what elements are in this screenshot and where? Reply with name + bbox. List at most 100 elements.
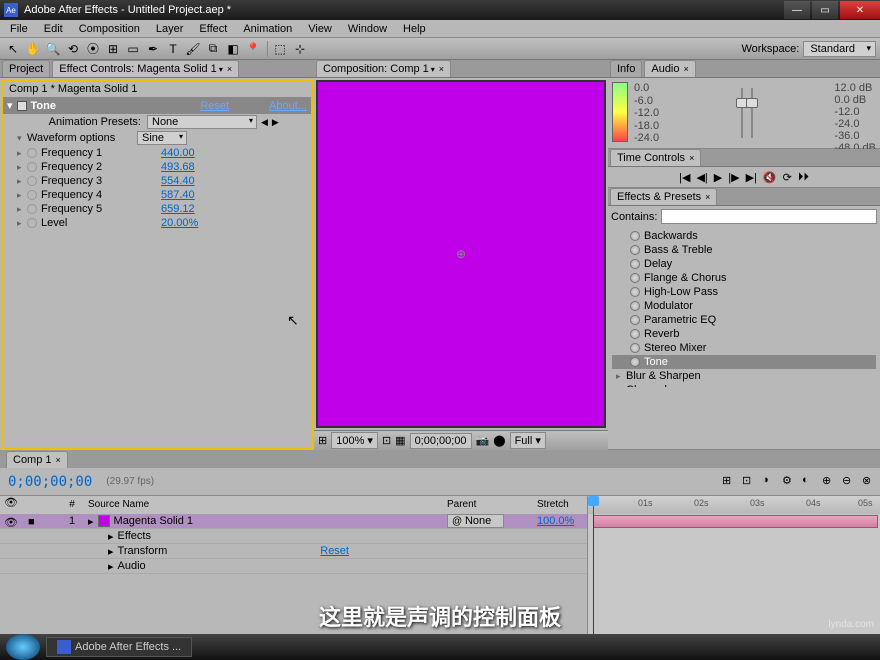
fx-item-tone[interactable]: Tone: [612, 355, 876, 369]
fx-item[interactable]: Reverb: [612, 327, 876, 341]
fx-item[interactable]: Backwards: [612, 229, 876, 243]
effect-about-link[interactable]: About...: [269, 100, 307, 112]
workspace-dropdown[interactable]: Standard: [803, 41, 876, 57]
tab-timeline-comp[interactable]: Comp 1×: [6, 451, 68, 468]
start-button[interactable]: [6, 634, 40, 660]
composition-viewer[interactable]: ⊕: [316, 80, 606, 428]
brush-tool[interactable]: 🖌: [184, 40, 202, 58]
effect-reset-link[interactable]: Reset: [200, 100, 229, 112]
timecode-display[interactable]: 0;00;00;00: [410, 433, 472, 449]
taskbar-app-button[interactable]: Adobe After Effects ...: [46, 637, 192, 657]
menu-layer[interactable]: Layer: [150, 21, 190, 37]
first-frame-button[interactable]: |◀: [679, 171, 690, 184]
fx-category[interactable]: ▸Blur & Sharpen: [612, 369, 876, 383]
audio-level-slider-l[interactable]: [741, 88, 743, 138]
last-frame-button[interactable]: ▶|: [746, 171, 757, 184]
transform-reset-link[interactable]: Reset: [320, 545, 349, 557]
layer-duration-bar[interactable]: [593, 515, 878, 528]
pan-behind-tool[interactable]: ⊞: [104, 40, 122, 58]
play-button[interactable]: ▶: [714, 171, 722, 184]
stopwatch-icon[interactable]: [27, 218, 37, 228]
preset-prev-icon[interactable]: ◀: [261, 117, 268, 128]
value-level[interactable]: 20.00%: [161, 217, 198, 229]
value-frequency-3[interactable]: 554.40: [161, 175, 195, 187]
layer-sub-transform[interactable]: ▸TransformReset: [0, 544, 587, 559]
layer-sub-audio[interactable]: ▸Audio: [0, 559, 587, 574]
tab-composition[interactable]: Composition: Comp 1▾×: [316, 60, 451, 77]
fx-category[interactable]: ▸Channel: [612, 383, 876, 387]
tl-icon[interactable]: ⊡: [742, 474, 758, 490]
value-frequency-4[interactable]: 587.40: [161, 189, 195, 201]
layer-row[interactable]: 👁■ 1 ▸Magenta Solid 1 @ None 100.0%: [0, 514, 587, 529]
effect-enable-checkbox[interactable]: [17, 101, 27, 111]
audio-level-slider-r[interactable]: [751, 88, 753, 138]
value-frequency-1[interactable]: 440.00: [161, 147, 195, 159]
tab-effect-controls[interactable]: Effect Controls: Magenta Solid 1▾×: [52, 60, 239, 77]
maximize-button[interactable]: ▭: [812, 1, 838, 19]
effects-search-input[interactable]: [661, 209, 877, 224]
guides-icon[interactable]: ⊡: [382, 434, 391, 447]
tl-icon[interactable]: ◐: [802, 474, 818, 490]
menu-window[interactable]: Window: [342, 21, 393, 37]
loop-button[interactable]: ⟳: [783, 171, 792, 184]
animation-presets-dropdown[interactable]: None: [147, 115, 257, 129]
tab-info[interactable]: Info: [610, 60, 642, 77]
effect-tone-header[interactable]: ▾ Tone Reset About...: [3, 97, 311, 114]
waveform-dropdown[interactable]: Sine: [137, 131, 187, 145]
fx-item[interactable]: Delay: [612, 257, 876, 271]
rect-tool[interactable]: ▭: [124, 40, 142, 58]
layer-sub-effects[interactable]: ▸Effects: [0, 529, 587, 544]
fx-item[interactable]: Stereo Mixer: [612, 341, 876, 355]
zoom-tool[interactable]: 🔍: [44, 40, 62, 58]
menu-composition[interactable]: Composition: [73, 21, 146, 37]
hand-tool[interactable]: ✋: [24, 40, 42, 58]
fx-item[interactable]: Modulator: [612, 299, 876, 313]
eraser-tool[interactable]: ◧: [224, 40, 242, 58]
eye-icon[interactable]: 👁: [4, 497, 18, 509]
fx-item[interactable]: Parametric EQ: [612, 313, 876, 327]
value-frequency-5[interactable]: 659.12: [161, 203, 195, 215]
clone-tool[interactable]: ⧉: [204, 40, 222, 58]
grid-icon[interactable]: ⊞: [318, 434, 327, 447]
resolution-dropdown[interactable]: Full ▾: [510, 432, 546, 449]
fx-item[interactable]: High-Low Pass: [612, 285, 876, 299]
menu-effect[interactable]: Effect: [193, 21, 233, 37]
mask-icon[interactable]: ▦: [395, 434, 405, 447]
tl-icon[interactable]: ◑: [762, 474, 778, 490]
type-tool[interactable]: T: [164, 40, 182, 58]
tab-project[interactable]: Project: [2, 60, 50, 77]
next-frame-button[interactable]: |▶: [728, 171, 739, 184]
timeline-ruler[interactable]: 01s 02s 03s 04s 05s: [588, 496, 880, 514]
timeline-timecode[interactable]: 0;00;00;00: [0, 474, 100, 490]
preset-next-icon[interactable]: ▶: [272, 117, 279, 128]
pen-tool[interactable]: ✒: [144, 40, 162, 58]
ram-preview-button[interactable]: ⏵⏵: [798, 171, 809, 184]
menu-help[interactable]: Help: [397, 21, 432, 37]
value-frequency-2[interactable]: 493.68: [161, 161, 195, 173]
menu-view[interactable]: View: [302, 21, 338, 37]
mute-button[interactable]: 🔇: [763, 171, 777, 184]
menu-animation[interactable]: Animation: [237, 21, 298, 37]
solo-toggle[interactable]: ■: [28, 516, 38, 526]
visibility-toggle[interactable]: 👁: [4, 516, 14, 526]
tab-audio[interactable]: Audio×: [644, 60, 695, 77]
stopwatch-icon[interactable]: [27, 204, 37, 214]
stopwatch-icon[interactable]: [27, 176, 37, 186]
close-button[interactable]: ✕: [840, 1, 880, 19]
minimize-button[interactable]: —: [784, 1, 810, 19]
tl-icon[interactable]: ⊕: [822, 474, 838, 490]
tl-icon[interactable]: ⚙: [782, 474, 798, 490]
parent-dropdown[interactable]: @ None: [447, 514, 504, 528]
rotate-tool[interactable]: ⟲: [64, 40, 82, 58]
menu-file[interactable]: File: [4, 21, 34, 37]
current-time-indicator[interactable]: [593, 496, 594, 514]
camera-tool[interactable]: ⦿: [84, 40, 102, 58]
fx-item[interactable]: Bass & Treble: [612, 243, 876, 257]
stretch-value[interactable]: 100.0%: [537, 515, 574, 527]
prev-frame-button[interactable]: ◀|: [696, 171, 707, 184]
stopwatch-icon[interactable]: [27, 162, 37, 172]
tab-effects-presets[interactable]: Effects & Presets×: [610, 188, 717, 205]
tl-icon[interactable]: ⊖: [842, 474, 858, 490]
fx-item[interactable]: Flange & Chorus: [612, 271, 876, 285]
tl-icon[interactable]: ⊞: [722, 474, 738, 490]
